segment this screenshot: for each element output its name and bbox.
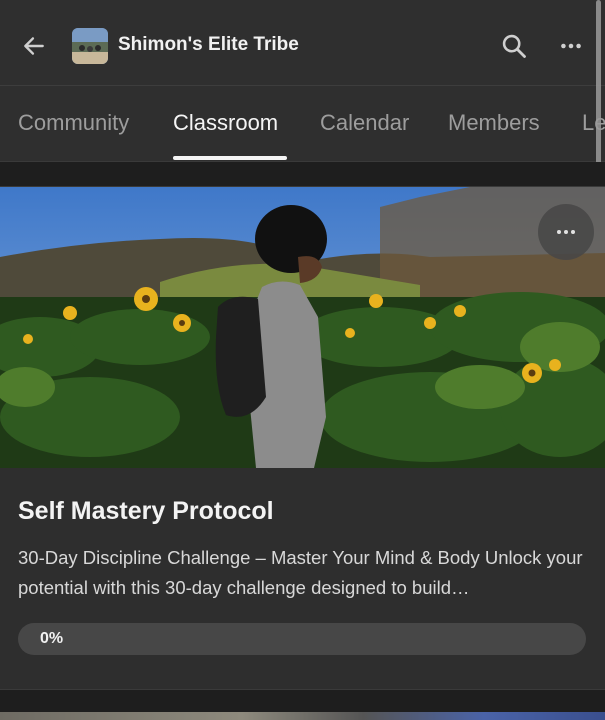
course-menu-button[interactable] xyxy=(538,204,594,260)
section-gap xyxy=(0,162,605,186)
next-course-card-preview[interactable] xyxy=(0,712,605,720)
course-title[interactable]: Self Mastery Protocol xyxy=(18,497,274,526)
course-description: 30-Day Discipline Challenge – Master You… xyxy=(18,547,583,598)
tab-calendar[interactable]: Calendar xyxy=(320,110,409,136)
progress-label: 0% xyxy=(40,630,64,647)
tab-community[interactable]: Community xyxy=(18,110,129,136)
more-horizontal-icon xyxy=(561,43,581,49)
more-options-button[interactable] xyxy=(553,28,589,64)
group-title[interactable]: Shimon's Elite Tribe xyxy=(118,34,299,56)
tab-leaderboards[interactable]: Le xyxy=(582,110,605,136)
active-tab-indicator xyxy=(173,156,287,160)
tab-members[interactable]: Members xyxy=(448,110,540,136)
search-icon xyxy=(502,34,526,58)
tab-classroom[interactable]: Classroom xyxy=(173,110,278,136)
course-progress-bar: 0% xyxy=(18,623,586,655)
arrow-left-icon xyxy=(24,37,44,55)
course-cover-image[interactable] xyxy=(0,187,605,468)
tab-bar: Community Classroom Calendar Members Le xyxy=(0,86,605,162)
course-card[interactable]: Self Mastery Protocol 30-Day Discipline … xyxy=(0,186,605,690)
group-avatar[interactable] xyxy=(72,28,108,64)
app-header: Shimon's Elite Tribe xyxy=(0,0,605,86)
more-horizontal-icon xyxy=(557,230,575,234)
search-button[interactable] xyxy=(496,28,532,64)
back-button[interactable] xyxy=(16,28,52,64)
scrollbar[interactable] xyxy=(596,0,601,185)
